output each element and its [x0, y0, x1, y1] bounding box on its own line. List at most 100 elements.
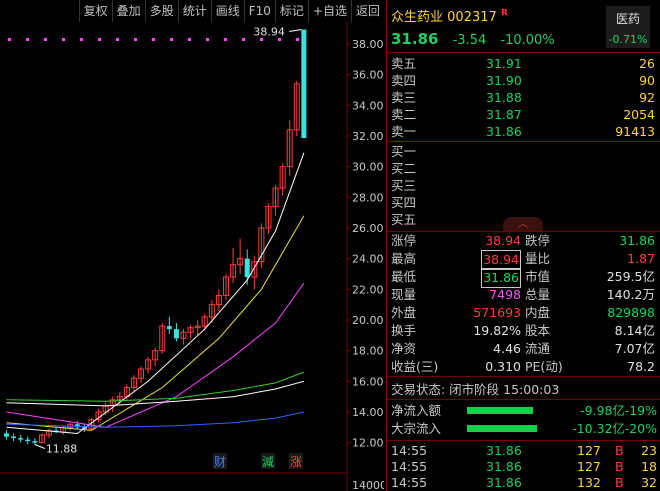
toolbar-mark-button[interactable]: 标记 [274, 0, 308, 22]
stat-row: 净资 4.46 流通 7.07亿 [387, 340, 660, 358]
dotted-marker [44, 38, 47, 41]
order-volume: 2054 [623, 107, 655, 122]
stat-label: 流通 [525, 341, 551, 356]
candle-body [244, 258, 250, 278]
stat-value: 571693 [473, 305, 521, 320]
sell-order-row[interactable]: 卖五 31.91 26 [387, 55, 660, 72]
dotted-marker [62, 38, 65, 41]
order-level-label: 买三 [391, 178, 417, 193]
event-marker: 涨 [290, 454, 302, 469]
moving-average-line [6, 411, 305, 428]
dotted-marker [296, 38, 299, 41]
stat-label: 现量 [391, 287, 417, 302]
tick-volume: 127 [577, 443, 601, 458]
order-volume: 90 [639, 73, 655, 88]
price-axis-label: 26.00 [352, 222, 384, 235]
moving-average-line [6, 380, 305, 407]
price-axis-label: 34.00 [352, 99, 384, 112]
stat-row: 收益(三) 0.310 PE(动) 78.2 [387, 358, 660, 376]
buy-order-row[interactable]: 买一 [387, 143, 660, 160]
order-level-label: 卖五 [391, 56, 417, 71]
high-price-label: 38.94 [253, 26, 284, 39]
stat-row: 最高 38.94 量比 1.87 [387, 250, 660, 270]
price-axis-label: 24.00 [352, 253, 384, 266]
toolbar-back-button[interactable]: 返回 [350, 0, 384, 22]
sector-change: -0.71% [608, 33, 648, 46]
tick-time: 14:55 [391, 443, 428, 458]
buy-order-row[interactable]: 买三 [387, 177, 660, 194]
event-marker: 減 [262, 454, 274, 469]
trade-status: 交易状态: 闭市阶段 15:00:03 [387, 381, 660, 399]
sector-box[interactable]: 医药 -0.71% [606, 6, 650, 48]
stat-value: 78.2 [627, 359, 655, 374]
tick-price: 31.86 [486, 459, 522, 474]
tick-row[interactable]: 14:55 31.86 132 B 32 [387, 475, 660, 491]
order-level-label: 买五 [391, 212, 417, 227]
sell-order-row[interactable]: 卖三 31.88 92 [387, 89, 660, 106]
stat-label: 量比 [525, 251, 551, 266]
order-level-label: 卖一 [391, 124, 417, 139]
dotted-marker [152, 38, 155, 41]
sell-order-row[interactable]: 卖一 31.86 91413 [387, 123, 660, 140]
stat-value: 0.310 [485, 359, 521, 374]
flow-label: 大宗流入 [391, 421, 442, 436]
stat-value: 38.94 [481, 250, 521, 270]
toolbar-add-watchlist-button[interactable]: +自选 [307, 0, 351, 22]
order-level-label: 买一 [391, 144, 417, 159]
toolbar-f10-button[interactable]: F10 [243, 0, 275, 22]
price-axis-label: 20.00 [352, 314, 384, 327]
dotted-marker [80, 38, 83, 41]
sell-order-row[interactable]: 卖四 31.90 90 [387, 72, 660, 89]
toolbar-statistics-button[interactable]: 统计 [177, 0, 211, 22]
kline-chart[interactable]: 38.00 36.00 34.00 32.00 30.00 28.00 26.00 24.00… [0, 0, 384, 491]
toolbar-fuquan-button[interactable]: 复权 [78, 0, 112, 22]
stat-label: PE(动) [525, 359, 563, 374]
chevron-up-icon: ︿ [518, 219, 528, 230]
divider [387, 141, 660, 142]
candle-body [11, 436, 17, 439]
kline-chart-area[interactable]: 38.00 36.00 34.00 32.00 30.00 28.00 26.00 24.00… [0, 0, 384, 491]
stat-row: 换手 19.82% 股本 8.14亿 [387, 322, 660, 340]
flow-percent: -20% [624, 421, 657, 436]
stat-label: 换手 [391, 323, 417, 338]
stat-value: 1.87 [627, 251, 655, 266]
stat-value: 829898 [607, 305, 655, 320]
sell-order-row[interactable]: 卖二 31.87 2054 [387, 106, 660, 123]
flow-value: -10.32亿 [572, 421, 625, 436]
expand-arrow-button[interactable]: ︿ [503, 217, 543, 232]
sector-name: 医药 [615, 12, 640, 26]
stock-header: 众生药业 002317 R [391, 6, 508, 25]
toolbar-overlay-button[interactable]: 叠加 [111, 0, 145, 22]
dotted-marker [170, 38, 173, 41]
tick-row[interactable]: 14:55 31.86 127 B 18 [387, 459, 660, 475]
price-line: 31.86 -3.54 -10.00% [391, 30, 565, 48]
flow-bar [467, 407, 533, 414]
stat-label: 内盘 [525, 305, 551, 320]
toolbar-draw-line-button[interactable]: 画线 [210, 0, 244, 22]
stat-value: 8.14亿 [614, 323, 655, 338]
order-volume: 91413 [615, 124, 655, 139]
trade-status-text: 交易状态: 闭市阶段 15:00:03 [391, 382, 560, 397]
candle-body [173, 329, 179, 339]
dotted-marker [116, 38, 119, 41]
candle-body [166, 326, 172, 330]
dotted-marker [206, 38, 209, 41]
order-level-label: 买二 [391, 161, 417, 176]
current-price: 31.86 [391, 30, 439, 48]
stat-value: 38.94 [485, 233, 521, 248]
buy-order-row[interactable]: 买四 [387, 194, 660, 211]
buy-order-row[interactable]: 买二 [387, 160, 660, 177]
price-axis-label: 28.00 [352, 191, 384, 204]
toolbar-multi-stock-button[interactable]: 多股 [144, 0, 178, 22]
quote-panel: 众生药业 002317 R 医药 -0.71% 31.86 -3.54 -10.… [386, 0, 660, 491]
stat-value: 31.86 [481, 268, 521, 288]
order-level-label: 买四 [391, 195, 417, 210]
order-level-label: 卖四 [391, 73, 417, 88]
stat-label: 涨停 [391, 233, 417, 248]
high-pointer [289, 29, 302, 33]
order-price: 31.91 [486, 56, 522, 71]
tick-side: B [615, 443, 624, 458]
tick-row[interactable]: 14:55 31.86 127 B 23 [387, 443, 660, 459]
tick-volume: 132 [577, 475, 601, 490]
low-pointer [34, 444, 46, 449]
